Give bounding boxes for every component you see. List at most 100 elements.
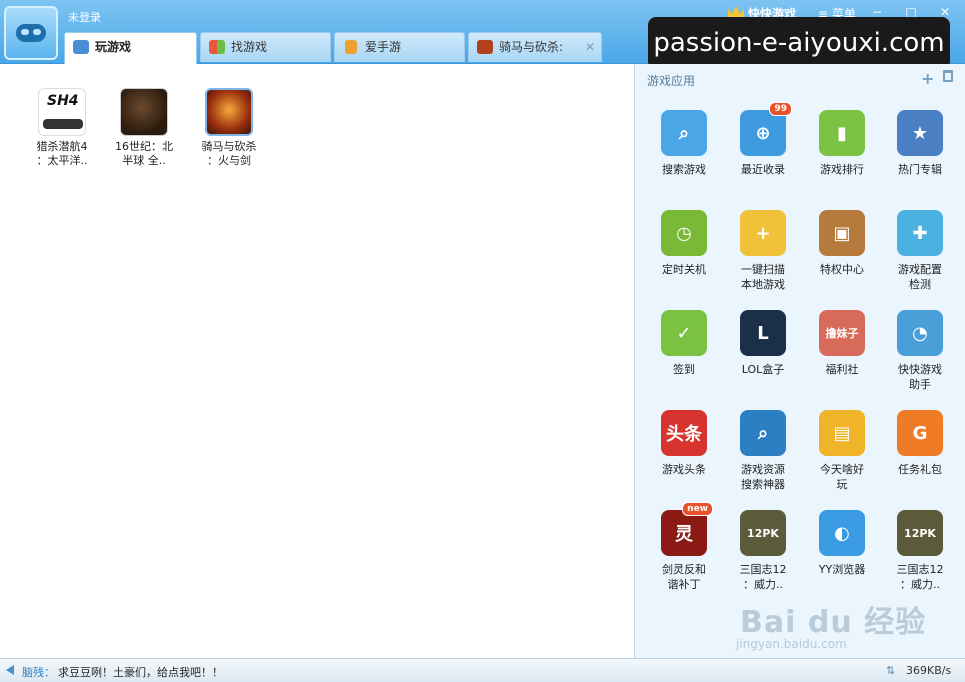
overlay-watermark: passion-e-aiyouxi.com — [648, 17, 950, 69]
app-icon: ▣ — [819, 210, 865, 256]
app-label: 今天啥好玩 — [820, 463, 864, 491]
installed-games-area: SH4 猎杀潜航4 ：太平洋.. 16世纪：北 半球 全.. 骑马与砍杀 ：火与剑 — [0, 64, 634, 658]
tab-find-games[interactable]: 找游戏 — [200, 32, 331, 62]
game-apps-panel: 游戏应用 + ⌕ 搜索游戏 ⊕ 99 最近收录 ▮ 游戏排行 ★ 热门专辑 ◷ 定时关机 + 一键扫描本… — [634, 64, 965, 658]
app-item[interactable]: ▤ 今天啥好玩 — [808, 410, 876, 492]
app-icon: 12PK — [740, 510, 786, 556]
game-name: 骑马与砍杀 ：火与剑 — [201, 140, 257, 167]
app-label: 福利社 — [825, 363, 859, 376]
tab-mobile-games[interactable]: 爱手游 — [334, 32, 465, 62]
app-icon: ◷ — [661, 210, 707, 256]
avatar[interactable] — [4, 6, 58, 60]
app-label: LOL盒子 — [741, 363, 785, 376]
app-item[interactable]: + 一键扫描 本地游戏 — [729, 210, 797, 292]
game-item[interactable]: SH4 猎杀潜航4 ：太平洋.. — [22, 88, 102, 168]
app-icon: ▮ — [819, 110, 865, 156]
trash-icon[interactable] — [943, 70, 953, 82]
app-item[interactable]: 撸妹子 福利社 — [808, 310, 876, 377]
gamepad-icon — [73, 40, 89, 54]
app-icon: ⌕ — [740, 410, 786, 456]
app-label: 游戏资源 搜索神器 — [741, 463, 785, 491]
app-item[interactable]: 灵 new 剑灵反和 谐补丁 — [650, 502, 718, 592]
horse-icon — [120, 88, 168, 136]
app-item[interactable]: ⌕ 游戏资源 搜索神器 — [729, 410, 797, 492]
app-item[interactable]: ⊕ 99 最近收录 — [729, 102, 797, 177]
silent-hunter-icon: SH4 — [38, 88, 86, 136]
app-label: 游戏配置 检测 — [898, 263, 942, 291]
game-item[interactable]: 16世纪：北 半球 全.. — [104, 88, 184, 168]
app-item[interactable]: G 任务礼包 — [886, 410, 954, 477]
app-icon: ✚ — [897, 210, 943, 256]
app-label: YY浏览器 — [818, 563, 866, 576]
app-label: 剑灵反和 谐补丁 — [662, 563, 706, 591]
app-icon: ◔ — [897, 310, 943, 356]
app-label: 定时关机 — [662, 263, 706, 276]
tab-play-games[interactable]: 玩游戏 — [64, 32, 197, 64]
warrior-icon — [205, 88, 253, 136]
app-icon: 撸妹子 — [819, 310, 865, 356]
app-item[interactable]: ✓ 签到 — [650, 310, 718, 377]
status-prefix: 脑残： — [22, 666, 55, 679]
app-badge: new — [682, 502, 713, 516]
app-badge: 99 — [769, 102, 792, 116]
tab-close-icon[interactable]: ✕ — [585, 33, 595, 61]
transfer-icon: ⇅ — [886, 664, 896, 677]
baidu-watermark: Bai du 经验 — [740, 605, 927, 640]
app-icon: ★ — [897, 110, 943, 156]
tab-mount-blade[interactable]: 骑马与砍杀: ✕ — [468, 32, 602, 62]
app-icon: ✓ — [661, 310, 707, 356]
download-speed: 369KB/s — [906, 664, 952, 677]
app-item[interactable]: ★ 热门专辑 — [886, 110, 954, 177]
app-item[interactable]: ⌕ 搜索游戏 — [650, 110, 718, 177]
app-icon: + — [740, 210, 786, 256]
app-item[interactable]: ◐ YY浏览器 — [808, 510, 876, 577]
app-label: 一键扫描 本地游戏 — [741, 263, 785, 291]
app-item[interactable]: ✚ 游戏配置 检测 — [886, 210, 954, 292]
tab-label: 找游戏 — [231, 40, 268, 54]
mask-icon — [16, 24, 46, 42]
app-icon: 12PK — [897, 510, 943, 556]
app-item[interactable]: ▣ 特权中心 — [808, 210, 876, 277]
app-label: 三国志12 ：威力.. — [896, 563, 944, 591]
tab-label: 骑马与砍杀: — [499, 40, 564, 54]
app-icon: 头条 — [661, 410, 707, 456]
app-item[interactable]: L LOL盒子 — [729, 310, 797, 377]
app-label: 搜索游戏 — [662, 163, 706, 176]
app-label: 任务礼包 — [898, 463, 942, 476]
app-label: 特权中心 — [820, 263, 864, 276]
app-item[interactable]: ▮ 游戏排行 — [808, 110, 876, 177]
app-icon: ◐ — [819, 510, 865, 556]
app-label: 热门专辑 — [898, 163, 942, 176]
app-icon: L — [740, 310, 786, 356]
game-name: 16世纪：北 半球 全.. — [115, 140, 173, 167]
baidu-watermark-url: jingyan.baidu.com — [736, 637, 847, 651]
status-bar: 脑残： 求豆豆咧！土豪们，给点我吧！！ ⇅ 369KB/s — [0, 658, 965, 682]
phone-icon — [345, 40, 357, 54]
app-icon: G — [897, 410, 943, 456]
app-item[interactable]: 12PK 三国志12 ：威力.. — [886, 510, 954, 592]
tab-label: 爱手游 — [365, 40, 402, 54]
app-item[interactable]: ◔ 快快游戏 助手 — [886, 310, 954, 392]
add-icon[interactable]: + — [921, 69, 934, 88]
app-item[interactable]: 头条 游戏头条 — [650, 410, 718, 477]
game-thumb-icon — [477, 40, 493, 54]
app-label: 游戏排行 — [820, 163, 864, 176]
app-item[interactable]: 12PK 三国志12 ：威力.. — [729, 510, 797, 592]
app-item[interactable]: ◷ 定时关机 — [650, 210, 718, 277]
grid-icon — [209, 40, 225, 54]
game-name: 猎杀潜航4 ：太平洋.. — [36, 140, 88, 167]
game-item[interactable]: 骑马与砍杀 ：火与剑 — [189, 88, 269, 168]
app-icon: 灵 new — [661, 502, 713, 556]
panel-title: 游戏应用 — [647, 74, 696, 88]
speaker-icon — [6, 665, 14, 675]
app-label: 快快游戏 助手 — [898, 363, 942, 391]
app-label: 三国志12 ：威力.. — [739, 563, 787, 591]
tab-label: 玩游戏 — [95, 40, 132, 54]
app-label: 游戏头条 — [662, 463, 706, 476]
login-status[interactable]: 未登录 — [68, 9, 101, 25]
app-icon: ⊕ 99 — [740, 102, 792, 156]
app-icon: ▤ — [819, 410, 865, 456]
app-label: 最近收录 — [741, 163, 785, 176]
app-label: 签到 — [673, 363, 695, 376]
app-icon: ⌕ — [661, 110, 707, 156]
